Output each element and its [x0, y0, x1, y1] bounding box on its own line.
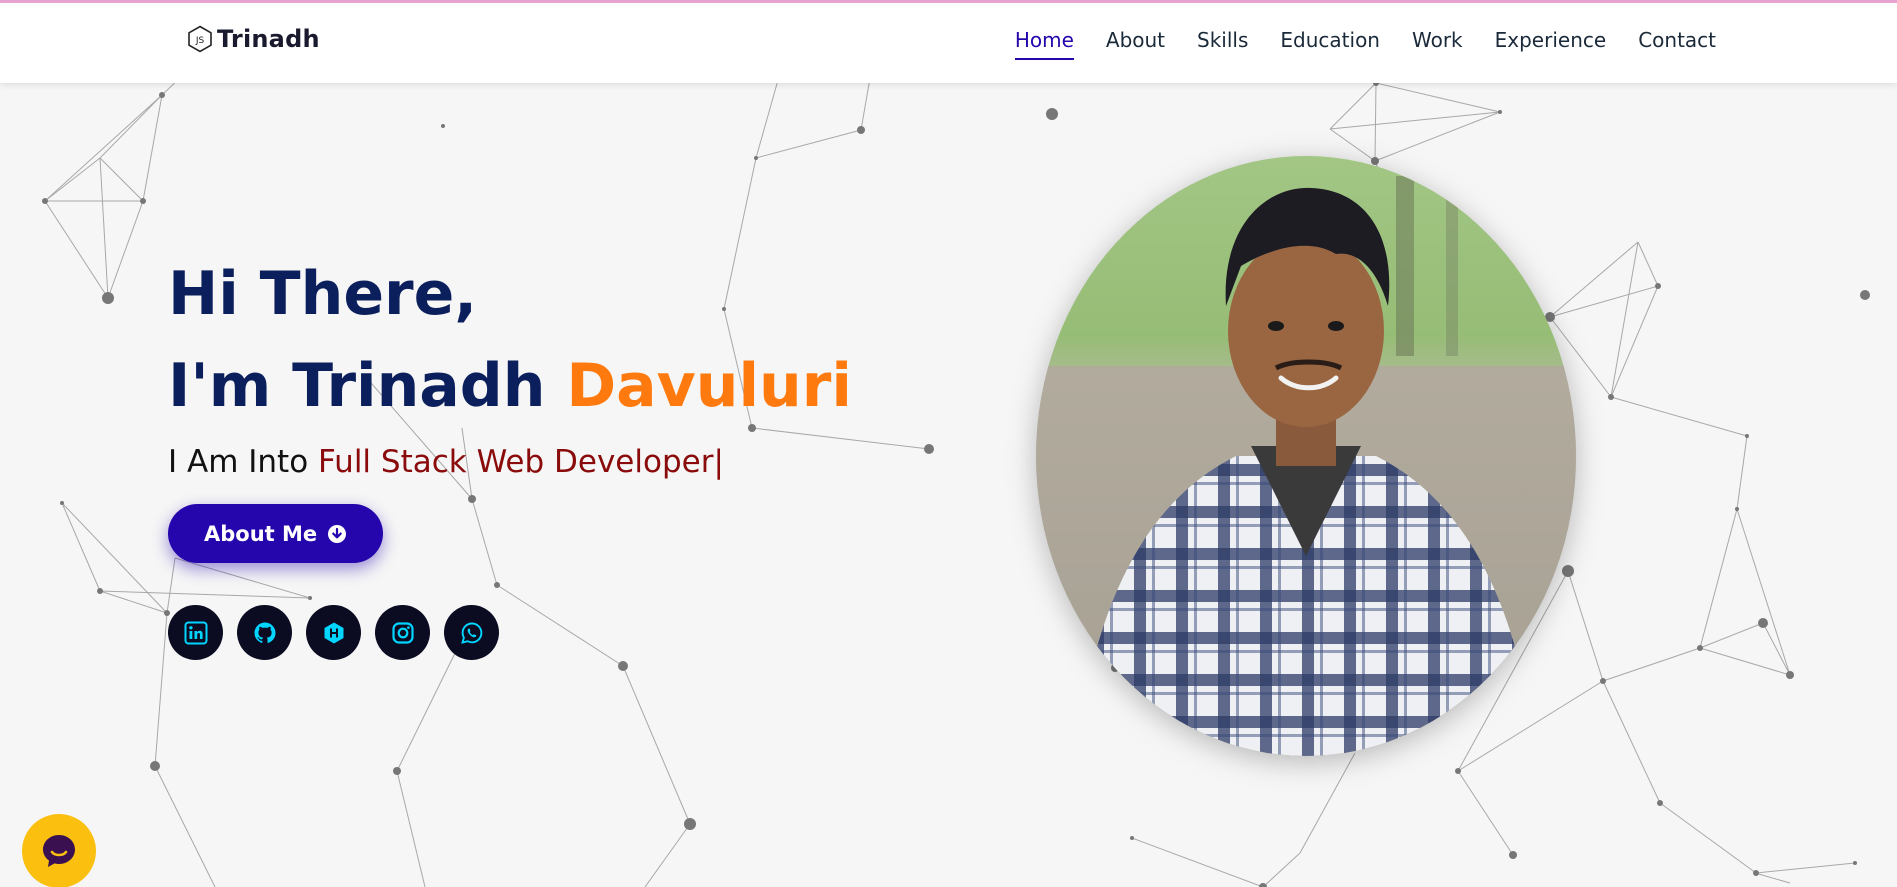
- linkedin-icon: [184, 621, 207, 644]
- typed-prefix: I Am Into: [168, 444, 319, 480]
- social-links: [168, 605, 852, 660]
- whatsapp-icon: [460, 622, 482, 644]
- github-link[interactable]: [237, 605, 292, 660]
- navbar: JS Trinadh Home About Skills Education W…: [0, 0, 1897, 83]
- svg-text:JS: JS: [195, 36, 205, 46]
- about-me-button[interactable]: About Me: [168, 504, 384, 563]
- instagram-link[interactable]: [375, 605, 430, 660]
- linkedin-link[interactable]: [168, 605, 223, 660]
- top-accent-bar: [0, 0, 1897, 3]
- chat-widget-button[interactable]: [22, 814, 96, 887]
- nav-link-experience[interactable]: Experience: [1495, 28, 1607, 60]
- hashnode-link[interactable]: [306, 605, 361, 660]
- chat-bubble-icon: [43, 835, 75, 867]
- arrow-down-circle-icon: [328, 524, 347, 543]
- typed-role: Full Stack Web Developer|: [318, 444, 724, 480]
- nodejs-hex-icon: JS: [188, 25, 212, 53]
- brand-logo[interactable]: JS Trinadh: [187, 25, 320, 53]
- about-me-label: About Me: [204, 521, 318, 546]
- nav-link-contact[interactable]: Contact: [1638, 28, 1716, 60]
- hero-first-name: I'm Trinadh: [168, 351, 567, 421]
- nav-menu: Home About Skills Education Work Experie…: [1014, 28, 1716, 60]
- hero-surname: Davuluri: [566, 351, 852, 421]
- typed-role-line: I Am Into Full Stack Web Developer|: [168, 444, 852, 480]
- hero-greeting: Hi There,: [168, 259, 478, 329]
- whatsapp-link[interactable]: [444, 605, 499, 660]
- hashnode-icon: [324, 622, 343, 643]
- nav-link-education[interactable]: Education: [1280, 28, 1380, 60]
- profile-photo: [1036, 156, 1576, 756]
- nav-link-work[interactable]: Work: [1412, 28, 1463, 60]
- nav-link-about[interactable]: About: [1106, 28, 1165, 60]
- hero-section: Hi There, I'm Trinadh Davuluri I Am Into…: [168, 248, 852, 660]
- hero-name-heading: I'm Trinadh Davuluri: [168, 340, 852, 432]
- brand-name: Trinadh: [217, 25, 320, 53]
- profile-photo-image: [1036, 156, 1576, 756]
- nav-link-skills[interactable]: Skills: [1197, 28, 1248, 60]
- instagram-icon: [391, 621, 414, 644]
- nav-link-home[interactable]: Home: [1014, 28, 1074, 60]
- github-icon: [254, 622, 275, 643]
